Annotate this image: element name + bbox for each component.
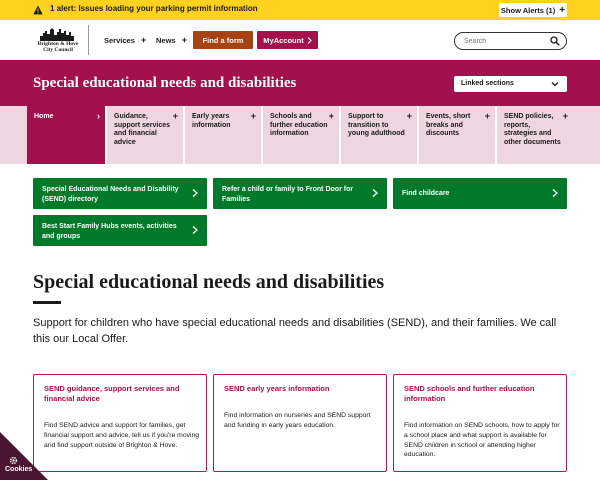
chevron-down-icon: [551, 82, 559, 87]
alert-text: 1 alert: Issues loading your parking per…: [50, 4, 258, 13]
banner-title: Special educational needs and disabiliti…: [33, 75, 297, 91]
title-underline: [33, 301, 61, 304]
alert-bar: 1 alert: Issues loading your parking per…: [0, 0, 600, 20]
intro-text: Support for children who have special ed…: [33, 317, 557, 345]
section-nav-schools[interactable]: Schools and further education informatio…: [263, 106, 339, 164]
myaccount-button[interactable]: MyAccount: [257, 31, 318, 49]
card-early-years[interactable]: SEND early years information Find inform…: [213, 374, 387, 472]
cookies-label[interactable]: Cookies: [5, 466, 32, 473]
chevron-right-icon: [192, 226, 198, 234]
gear-icon: [9, 456, 18, 465]
section-nav: Home › Guidance, support services and fi…: [0, 106, 600, 164]
plus-icon: +: [328, 111, 334, 121]
section-nav-policies[interactable]: SEND policies, reports, strategies and o…: [497, 106, 573, 164]
quick-link-send-directory[interactable]: Special Educational Needs and Disability…: [33, 178, 207, 209]
show-alerts-label: Show Alerts (1): [500, 5, 556, 15]
chevron-right-icon: [192, 189, 198, 197]
search-input[interactable]: [464, 36, 549, 46]
page-title: Special educational needs and disabiliti…: [33, 271, 385, 293]
plus-icon: +: [484, 111, 490, 121]
quick-link-front-door[interactable]: Refer a child or family to Front Door fo…: [213, 178, 387, 209]
chevron-right-icon: [372, 189, 378, 197]
header-divider: [88, 25, 89, 55]
council-logo[interactable]: Brighton & Hove City Council: [33, 27, 81, 55]
plus-icon: +: [406, 111, 412, 121]
plus-icon: +: [181, 35, 187, 45]
nav-services[interactable]: Services +: [104, 35, 146, 45]
chevron-right-icon: [552, 189, 558, 197]
card-body: Find information on SEND schools, how to…: [404, 422, 560, 459]
find-a-form-button[interactable]: Find a form: [193, 31, 253, 49]
plus-icon: +: [559, 4, 566, 16]
card-send-guidance[interactable]: SEND guidance, support services and fina…: [33, 374, 207, 472]
plus-icon: +: [562, 111, 568, 121]
card-body: Find SEND advice and support for familie…: [44, 422, 200, 449]
card-title[interactable]: SEND guidance, support services and fina…: [44, 384, 194, 403]
linked-sections-label: Linked sections: [461, 80, 514, 87]
plus-icon: +: [140, 35, 147, 45]
chevron-right-icon: ›: [97, 111, 100, 121]
linked-sections-select[interactable]: Linked sections: [454, 76, 567, 92]
section-banner: Special educational needs and disabiliti…: [0, 60, 600, 106]
section-nav-events[interactable]: Events, short breaks and discounts +: [419, 106, 495, 164]
card-body: Find information on nurseries and SEND s…: [224, 412, 371, 429]
section-nav-early-years[interactable]: Early years information +: [185, 106, 261, 164]
logo-text: Brighton & Hove City Council: [37, 41, 79, 53]
search-box[interactable]: [454, 32, 567, 50]
search-icon[interactable]: [550, 36, 560, 46]
card-title[interactable]: SEND early years information: [224, 384, 374, 394]
warning-icon: [33, 5, 43, 15]
site-header: Brighton & Hove City Council Services + …: [0, 20, 600, 60]
nav-news[interactable]: News +: [156, 35, 187, 45]
section-nav-home[interactable]: Home ›: [27, 106, 105, 164]
card-title[interactable]: SEND schools and further education infor…: [404, 384, 554, 403]
plus-icon: +: [172, 111, 178, 121]
section-nav-guidance[interactable]: Guidance, support services and financial…: [107, 106, 183, 164]
chevron-right-icon: [307, 36, 312, 44]
section-nav-transition[interactable]: Support to transition to young adulthood…: [341, 106, 417, 164]
city-skyline-icon: [40, 28, 74, 41]
quick-link-find-childcare[interactable]: Find childcare: [393, 178, 567, 209]
quick-link-family-hubs[interactable]: Best Start Family Hubs events, activitie…: [33, 215, 207, 246]
plus-icon: +: [250, 111, 256, 121]
card-schools[interactable]: SEND schools and further education infor…: [393, 374, 567, 472]
show-alerts-button[interactable]: Show Alerts (1) +: [499, 3, 567, 17]
